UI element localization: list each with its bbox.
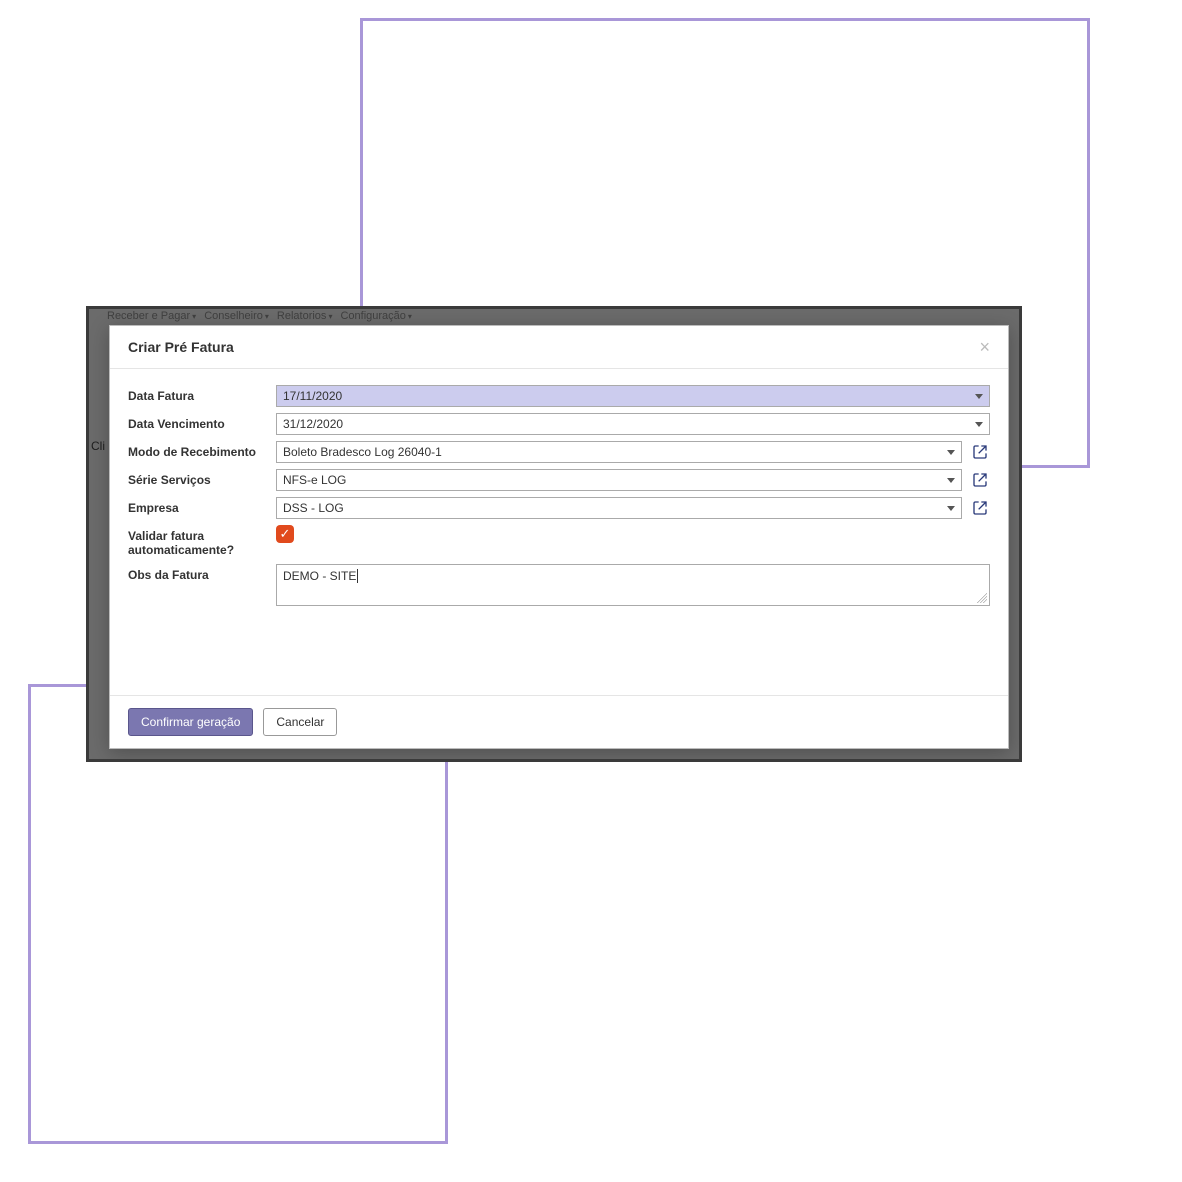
label-serie-servicos: Série Serviços (128, 469, 276, 487)
modal-criar-pre-fatura: Criar Pré Fatura × Data Fatura 17/11/202… (109, 325, 1009, 749)
data-fatura-value: 17/11/2020 (283, 389, 342, 403)
label-data-vencimento: Data Vencimento (128, 413, 276, 431)
label-obs-fatura: Obs da Fatura (128, 564, 276, 582)
external-link-icon[interactable] (970, 442, 990, 462)
validar-auto-checkbox[interactable]: ✓ (276, 525, 294, 543)
close-icon[interactable]: × (979, 338, 990, 356)
text-cursor (357, 569, 358, 583)
empresa-select[interactable]: DSS - LOG (276, 497, 962, 519)
modal-body: Data Fatura 17/11/2020 Data Vencimento 3… (110, 369, 1008, 695)
external-link-icon[interactable] (970, 470, 990, 490)
modo-recebimento-select[interactable]: Boleto Bradesco Log 26040-1 (276, 441, 962, 463)
label-empresa: Empresa (128, 497, 276, 515)
modo-recebimento-value: Boleto Bradesco Log 26040-1 (283, 445, 442, 459)
app-window: Receber e Pagar Conselheiro Relatorios C… (86, 306, 1022, 762)
menu-item-relatorios[interactable]: Relatorios (277, 310, 337, 322)
menu-item-receber-pagar[interactable]: Receber e Pagar (107, 310, 200, 322)
confirm-button[interactable]: Confirmar geração (128, 708, 253, 736)
empresa-value: DSS - LOG (283, 501, 344, 515)
serie-servicos-value: NFS-e LOG (283, 473, 346, 487)
modal-footer: Confirmar geração Cancelar (110, 695, 1008, 748)
data-vencimento-select[interactable]: 31/12/2020 (276, 413, 990, 435)
modal-header: Criar Pré Fatura × (110, 326, 1008, 369)
obs-fatura-textarea[interactable]: DEMO - SITE (276, 564, 990, 606)
background-clipped-text: Cli (91, 439, 105, 453)
data-fatura-select[interactable]: 17/11/2020 (276, 385, 990, 407)
serie-servicos-select[interactable]: NFS-e LOG (276, 469, 962, 491)
cancel-button[interactable]: Cancelar (263, 708, 337, 736)
external-link-icon[interactable] (970, 498, 990, 518)
obs-fatura-value: DEMO - SITE (283, 569, 356, 583)
label-modo-recebimento: Modo de Recebimento (128, 441, 276, 459)
modal-title: Criar Pré Fatura (128, 339, 234, 355)
main-menu: Receber e Pagar Conselheiro Relatorios C… (107, 309, 416, 323)
label-validar-auto: Validar fatura automaticamente? (128, 525, 276, 558)
label-data-fatura: Data Fatura (128, 385, 276, 403)
resize-grip-icon[interactable] (977, 593, 987, 603)
data-vencimento-value: 31/12/2020 (283, 417, 343, 431)
menu-item-conselheiro[interactable]: Conselheiro (204, 310, 273, 322)
menu-item-configuracao[interactable]: Configuração (340, 310, 415, 322)
